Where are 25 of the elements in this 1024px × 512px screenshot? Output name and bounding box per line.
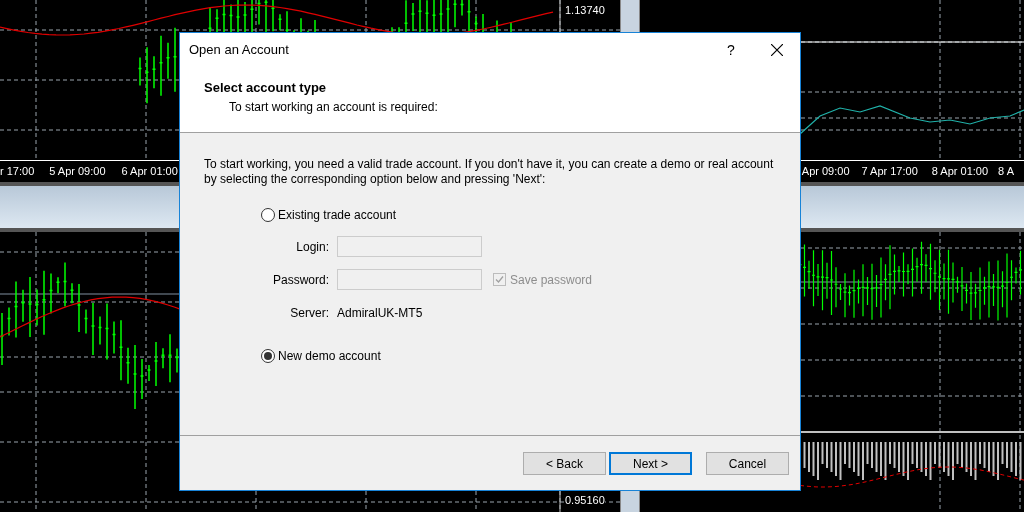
dialog-button[interactable]: Cancel [706, 452, 789, 475]
time-label: 8 Apr 01:00 [931, 164, 989, 180]
intro-text: To start working, you need a valid trade account. If you don't have it, you can create a demo or real account by selecting the corresponding option below and pressing 'Next': [204, 157, 775, 187]
field-label: Password: [271, 271, 330, 289]
server-value: AdmiralUK-MT5 [337, 304, 423, 322]
radio-button[interactable] [261, 349, 275, 363]
field-label: Server: [289, 304, 330, 322]
radio-label: Existing trade account [278, 207, 397, 224]
close-icon [771, 44, 783, 56]
window-title: Open an Account [189, 41, 290, 60]
radio-label: New demo account [278, 348, 381, 365]
header-subtitle: To start working an account is required: [229, 98, 439, 116]
time-label: 8 A [998, 164, 1014, 180]
time-label: r 17:00 [0, 164, 35, 180]
field-label: Login: [295, 238, 330, 256]
help-button[interactable]: ? [708, 35, 754, 65]
radio-button[interactable] [261, 208, 275, 222]
dialog-button[interactable]: < Back [523, 452, 606, 475]
time-label: 6 Apr 01:00 [121, 164, 178, 180]
checkbox-label: Save password [510, 271, 593, 289]
time-label: 5 Apr 09:00 [49, 164, 106, 180]
time-label: 7 Apr 17:00 [861, 164, 918, 180]
dialog-button[interactable]: Next > [609, 452, 692, 475]
time-label: Apr 09:00 [801, 164, 850, 180]
header-title: Select account type [204, 79, 328, 97]
